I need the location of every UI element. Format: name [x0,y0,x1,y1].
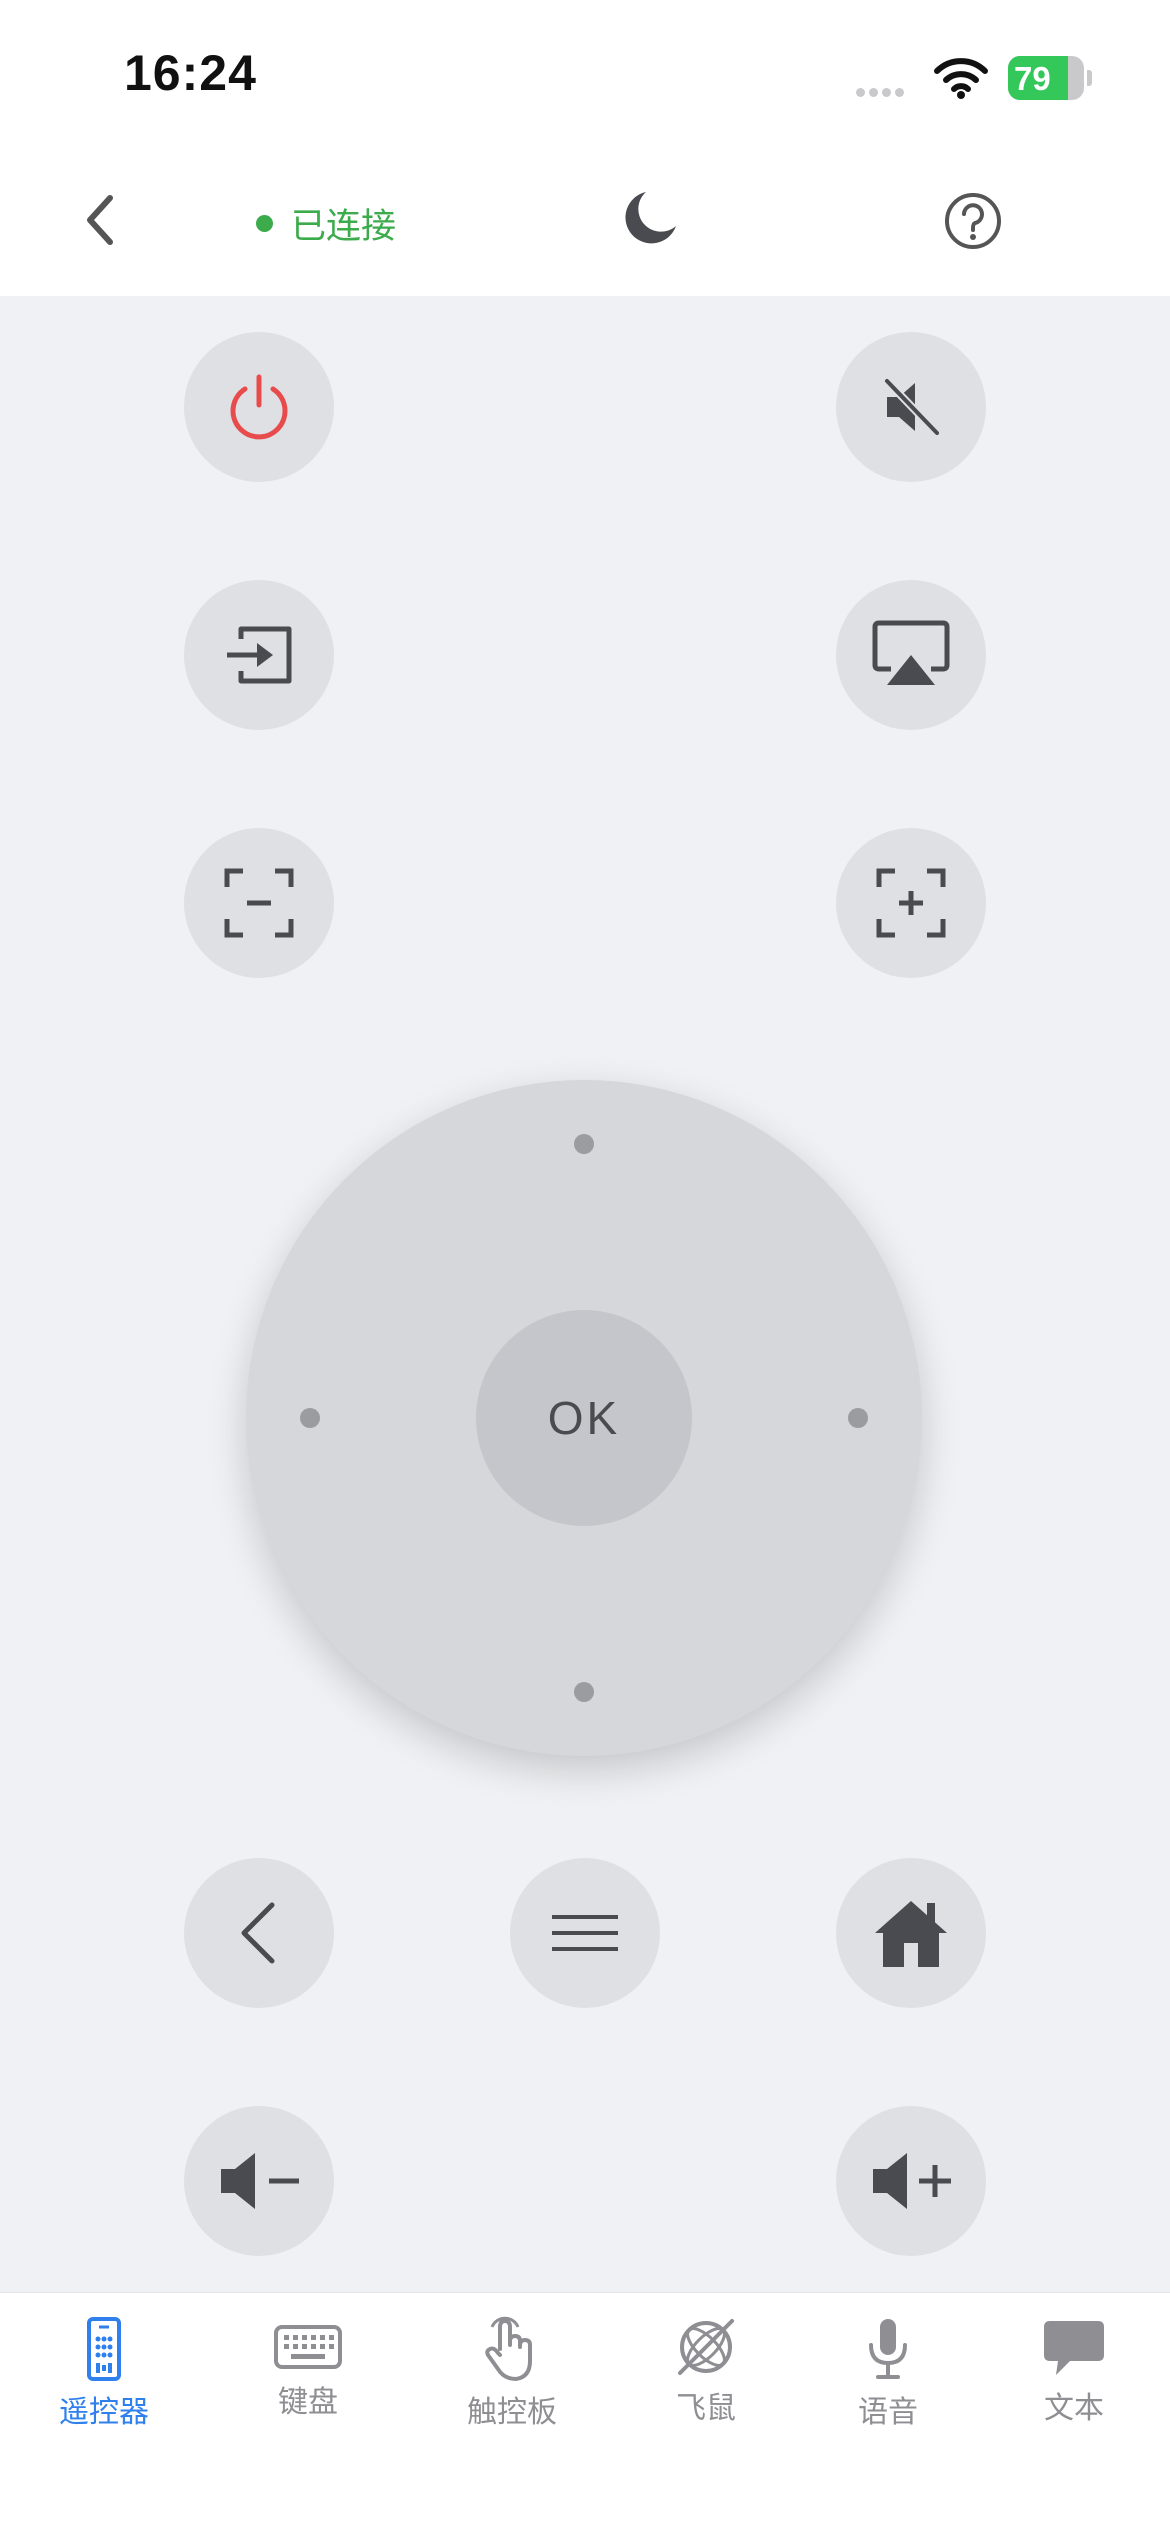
volume-up-button[interactable] [836,2106,986,2256]
remote-icon [87,2317,121,2381]
status-time: 16:24 [124,45,257,101]
dark-mode-moon-icon[interactable] [620,188,680,248]
microphone-icon [869,2319,907,2379]
cellular-signal-icon [856,84,908,102]
dpad-left[interactable] [300,1408,320,1428]
connection-status: 已连接 [256,198,396,249]
tab-keyboard[interactable]: 键盘 [228,2315,388,2421]
connection-dot [256,215,273,232]
back-button[interactable] [78,190,122,250]
direction-pad[interactable]: OK [246,1080,922,1756]
zoom-out-frame-icon [224,868,294,938]
input-source-button[interactable] [184,580,334,730]
tab-label: 语音 [858,2396,918,2429]
remote-panel: OK [0,296,1170,2292]
dpad-right[interactable] [848,1408,868,1428]
help-icon[interactable] [944,192,1002,250]
tab-bar: 遥控器 键盘 触控板 飞鼠 语音 文本 [0,2292,1170,2533]
ok-button[interactable]: OK [476,1310,692,1526]
zoom-in-button[interactable] [836,828,986,978]
battery-percent: 79 [1014,60,1051,97]
tab-text[interactable]: 文本 [994,2315,1154,2427]
battery-icon: 79 [1008,56,1092,100]
tab-label: 触控板 [467,2396,557,2429]
menu-button[interactable] [510,1858,660,2008]
volume-down-button[interactable] [184,2106,334,2256]
tab-voice[interactable]: 语音 [808,2315,968,2431]
air-mouse-icon [678,2319,734,2375]
tab-touchpad[interactable]: 触控板 [432,2315,592,2431]
home-icon [875,1901,947,1967]
input-source-icon [227,626,292,684]
screen-mirror-button[interactable] [836,580,986,730]
tab-label: 文本 [1044,2392,1104,2425]
zoom-in-frame-icon [876,868,946,938]
touchpad-hand-icon [485,2316,532,2381]
tab-air-mouse[interactable]: 飞鼠 [626,2315,786,2427]
chat-bubble-icon [1044,2321,1104,2375]
tab-label: 键盘 [278,2386,338,2419]
remote-back-button[interactable] [184,1858,334,2008]
chevron-left-icon [241,1902,275,1964]
keyboard-icon [274,2325,342,2369]
volume-down-icon [221,2153,299,2209]
tab-label: 遥控器 [59,2396,149,2429]
tab-remote[interactable]: 遥控器 [24,2315,184,2431]
dpad-up[interactable] [574,1134,594,1154]
ok-label: OK [547,1392,621,1444]
zoom-out-button[interactable] [184,828,334,978]
home-button[interactable] [836,1858,986,2008]
menu-lines-icon [552,1915,618,1951]
connection-label: 已连接 [291,207,397,246]
power-button[interactable] [184,332,334,482]
mute-speaker-icon [884,378,940,436]
power-icon [230,374,288,440]
dpad-down[interactable] [574,1682,594,1702]
wifi-icon [934,56,988,100]
volume-up-icon [873,2153,951,2209]
mute-button[interactable] [836,332,986,482]
airplay-icon [872,620,950,685]
tab-label: 飞鼠 [676,2392,736,2425]
